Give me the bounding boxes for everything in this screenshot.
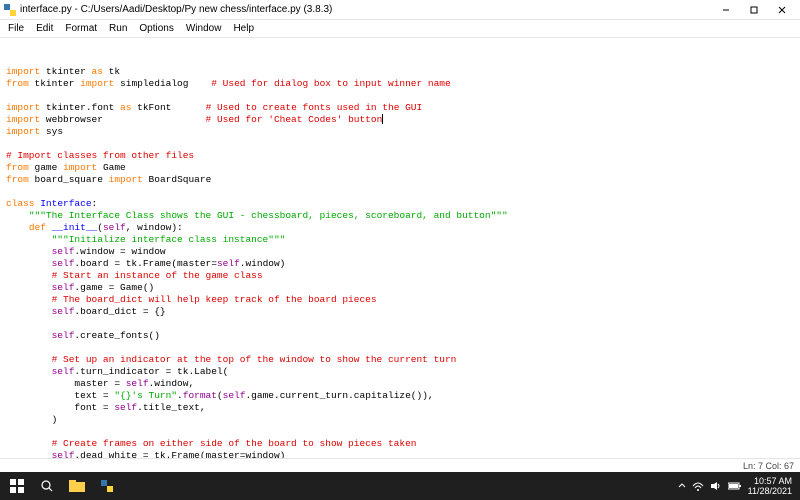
- statusbar: Ln: 7 Col: 67: [0, 458, 800, 472]
- minimize-button[interactable]: [712, 0, 740, 20]
- menu-run[interactable]: Run: [103, 23, 133, 34]
- menu-options[interactable]: Options: [133, 23, 179, 34]
- code-editor[interactable]: import tkinter as tk from tkinter import…: [0, 38, 800, 458]
- tray-chevron-icon[interactable]: [678, 482, 686, 490]
- close-button[interactable]: [768, 0, 796, 20]
- titlebar: interface.py - C:/Users/Aadi/Desktop/Py …: [0, 0, 800, 20]
- tray-date: 11/28/2021: [748, 486, 792, 496]
- tray-wifi-icon[interactable]: [692, 481, 704, 491]
- tray-time: 10:57 AM: [748, 476, 792, 486]
- app-icon: [4, 4, 16, 16]
- taskbar: 10:57 AM 11/28/2021: [0, 472, 800, 500]
- tray-battery-icon[interactable]: [728, 482, 742, 490]
- menu-file[interactable]: File: [2, 23, 30, 34]
- task-explorer-icon[interactable]: [62, 472, 92, 500]
- window-title: interface.py - C:/Users/Aadi/Desktop/Py …: [20, 4, 712, 15]
- menubar: File Edit Format Run Options Window Help: [0, 20, 800, 38]
- start-button[interactable]: [2, 472, 32, 500]
- cursor-position: Ln: 7 Col: 67: [743, 461, 794, 471]
- maximize-button[interactable]: [740, 0, 768, 20]
- system-tray[interactable]: 10:57 AM 11/28/2021: [678, 476, 798, 496]
- tray-volume-icon[interactable]: [710, 481, 722, 491]
- tray-clock[interactable]: 10:57 AM 11/28/2021: [748, 476, 792, 496]
- window-controls: [712, 0, 796, 20]
- menu-edit[interactable]: Edit: [30, 23, 59, 34]
- menu-help[interactable]: Help: [227, 23, 260, 34]
- task-search-icon[interactable]: [32, 472, 62, 500]
- menu-format[interactable]: Format: [59, 23, 103, 34]
- task-python-icon[interactable]: [92, 472, 122, 500]
- menu-window[interactable]: Window: [180, 23, 228, 34]
